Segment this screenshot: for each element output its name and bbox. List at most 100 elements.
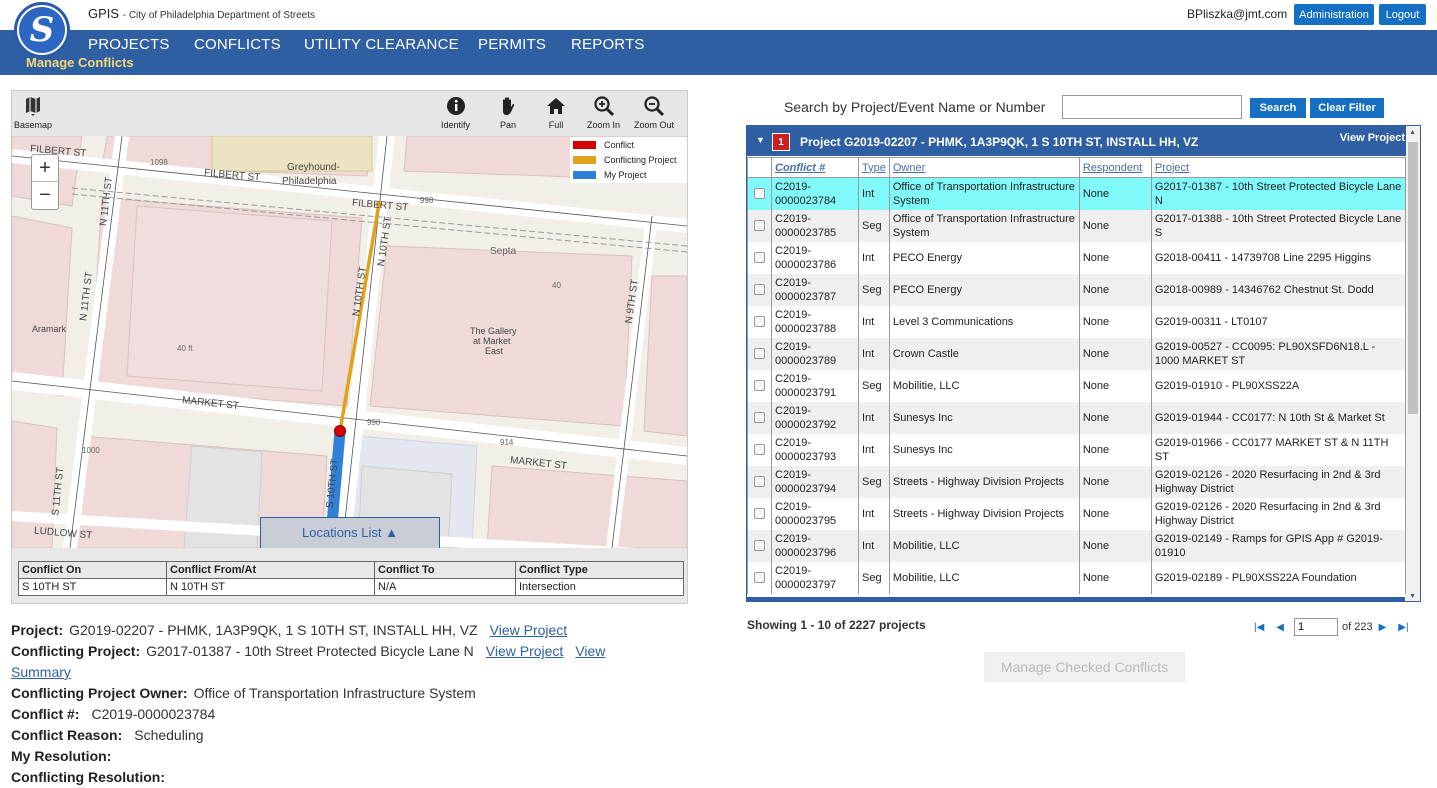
row-checkbox[interactable] xyxy=(754,284,765,295)
zoom-in-icon xyxy=(593,96,614,117)
cell-respondent: None xyxy=(1078,497,1152,530)
first-page-icon[interactable]: |◀ xyxy=(1254,622,1264,633)
nav-permits[interactable]: PERMITS xyxy=(478,36,546,53)
table-row[interactable]: C2019- 0000023797 Seg Mobilitie, LLC None G2… xyxy=(747,561,1407,594)
row-checkbox[interactable] xyxy=(754,348,765,359)
collapse-caret-icon[interactable]: ▼ xyxy=(756,135,765,145)
cell-type: Int xyxy=(858,241,890,274)
column-header-project[interactable]: Project xyxy=(1150,157,1407,178)
cell-owner: Level 3 Communications xyxy=(888,305,1080,338)
basemap-tool[interactable]: Basemap xyxy=(14,95,52,130)
column-header-conflict-no[interactable]: Conflict # xyxy=(771,157,859,178)
nav-utility-clearance[interactable]: UTILITY CLEARANCE xyxy=(304,36,459,53)
zoom-out-label: Zoom Out xyxy=(634,120,675,130)
table-row[interactable]: C2019- 0000023791 Seg Mobilitie, LLC None G2… xyxy=(747,369,1407,402)
pager: |◀ ◀ of 223 ▶ ▶| xyxy=(1248,618,1415,636)
row-checkbox[interactable] xyxy=(754,316,765,327)
scroll-up-icon[interactable]: ▲ xyxy=(1409,129,1416,136)
row-checkbox[interactable] xyxy=(754,476,765,487)
column-header-label: Type xyxy=(862,161,886,174)
table-row[interactable]: C2019- 0000023787 Seg PECO Energy None G2018… xyxy=(747,273,1407,306)
nav-projects[interactable]: PROJECTS xyxy=(88,36,170,53)
cell-project: G2019-00527 - CC0095: PL90XSFD6N18.L - 1… xyxy=(1150,337,1407,370)
table-row[interactable]: C2019- 0000023795 Int Streets - Highway Di… xyxy=(747,497,1407,530)
cell-project: G2019-00311 - LT0107 xyxy=(1150,305,1407,338)
scroll-down-icon[interactable]: ▼ xyxy=(1409,593,1416,600)
project-group-header[interactable]: ▼ 1 Project G2019-02207 - PHMK, 1A3P9QK,… xyxy=(747,126,1407,156)
detail-label: Conflict #: xyxy=(11,706,80,722)
row-checkbox[interactable] xyxy=(754,380,765,391)
map-zoom-out-button[interactable]: − xyxy=(32,182,58,209)
view-summary-link-cont[interactable]: Summary xyxy=(11,664,71,680)
cell-owner: Streets - Highway Division Projects xyxy=(888,465,1080,498)
clear-filter-button[interactable]: Clear Filter xyxy=(1310,98,1384,118)
next-page-icon[interactable]: ▶ xyxy=(1379,622,1387,633)
zoom-out-tool[interactable]: Zoom Out xyxy=(634,95,674,130)
row-checkbox[interactable] xyxy=(754,540,765,551)
cell-conflict-no: C2019- 0000023795 xyxy=(771,497,859,530)
map-zoom-in-button[interactable]: + xyxy=(32,155,58,182)
full-extent-tool[interactable]: Full xyxy=(545,95,567,130)
last-page-icon[interactable]: ▶| xyxy=(1398,622,1408,633)
legend-item: Conflict xyxy=(570,137,687,152)
map-canvas[interactable]: FILBERT ST Greyhound- FILBERT ST Philade… xyxy=(12,136,687,548)
row-checkbox[interactable] xyxy=(754,188,765,200)
city-logo[interactable]: S xyxy=(14,2,70,58)
search-input[interactable] xyxy=(1062,95,1242,119)
column-header-label: Conflict # xyxy=(775,161,826,174)
table-cell: N/A xyxy=(374,578,516,596)
table-row[interactable]: C2019- 0000023794 Seg Streets - Highway Di… xyxy=(747,465,1407,498)
nav-reports[interactable]: REPORTS xyxy=(571,36,645,53)
identify-tool[interactable]: Identify xyxy=(441,95,470,130)
cell-respondent: None xyxy=(1078,465,1152,498)
column-header-type[interactable]: Type xyxy=(858,157,890,178)
zoom-in-tool[interactable]: Zoom In xyxy=(587,95,620,130)
cell-owner: Mobilitie, LLC xyxy=(888,561,1080,594)
detail-conflicting-project: Conflicting Project: G2017-01387 - 10th S… xyxy=(11,641,711,662)
scroll-thumb[interactable] xyxy=(1408,142,1418,414)
table-row[interactable]: C2019- 0000023786 Int PECO Energy None G2018… xyxy=(747,241,1407,274)
nav-conflicts[interactable]: CONFLICTS xyxy=(194,36,281,53)
row-checkbox[interactable] xyxy=(754,252,765,263)
grid-scrollbar[interactable]: ▲ ▼ xyxy=(1406,126,1420,601)
table-row[interactable]: C2019- 0000023792 Int Sunesys Inc None G2019… xyxy=(747,401,1407,434)
row-checkbox[interactable] xyxy=(754,444,765,455)
map-toolbar: Basemap Identify Pan Full Zoom In Zoom O… xyxy=(12,91,687,136)
label-998a: 998 xyxy=(420,196,434,205)
table-row[interactable]: C2019- 0000023796 Int Mobilitie, LLC None G2… xyxy=(747,529,1407,562)
table-cell: Intersection xyxy=(515,578,684,596)
table-row[interactable]: C2019- 0000023788 Int Level 3 Communicatio… xyxy=(747,305,1407,338)
page-number-input[interactable] xyxy=(1294,618,1338,636)
column-header-owner[interactable]: Owner xyxy=(888,157,1080,178)
cell-owner: Sunesys Inc xyxy=(888,401,1080,434)
table-row[interactable]: C2019- 0000023789 Int Crown Castle None G201… xyxy=(747,337,1407,370)
prev-page-icon[interactable]: ◀ xyxy=(1276,622,1284,633)
cell-conflict-no: C2019- 0000023793 xyxy=(771,433,859,466)
manage-checked-conflicts-button[interactable]: Manage Checked Conflicts xyxy=(984,652,1185,682)
column-header-respondent[interactable]: Respondent xyxy=(1078,157,1152,178)
label-1000: 1000 xyxy=(82,446,100,455)
administration-button[interactable]: Administration xyxy=(1294,4,1374,25)
label-40b: 40 xyxy=(552,281,561,290)
view-project-link[interactable]: View Project xyxy=(490,622,568,638)
search-button[interactable]: Search xyxy=(1250,98,1306,118)
cell-type: Seg xyxy=(858,369,890,402)
cell-select xyxy=(747,305,772,338)
locations-list-toggle[interactable]: Locations List ▲ xyxy=(260,517,440,548)
label-gallery-1: The Gallery xyxy=(470,326,517,336)
detail-label: My Resolution: xyxy=(11,748,112,764)
table-row[interactable]: C2019- 0000023784 Int Office of Transporta… xyxy=(747,177,1407,210)
cell-conflict-no: C2019- 0000023796 xyxy=(771,529,859,562)
table-row[interactable]: C2019- 0000023793 Int Sunesys Inc None G2019… xyxy=(747,433,1407,466)
table-row[interactable]: C2019- 0000023785 Seg Office of Transporta… xyxy=(747,209,1407,242)
view-summary-link[interactable]: View xyxy=(575,643,605,659)
row-checkbox[interactable] xyxy=(754,508,765,519)
row-checkbox[interactable] xyxy=(754,572,765,583)
view-conflicting-project-link[interactable]: View Project xyxy=(486,643,564,659)
row-checkbox[interactable] xyxy=(754,220,765,231)
row-checkbox[interactable] xyxy=(754,412,765,423)
group-view-project-link[interactable]: View Project xyxy=(1340,132,1405,144)
cell-project: G2019-02189 - PL90XSS22A Foundation xyxy=(1150,561,1407,594)
logout-button[interactable]: Logout xyxy=(1379,4,1426,25)
pan-tool[interactable]: Pan xyxy=(497,95,519,130)
